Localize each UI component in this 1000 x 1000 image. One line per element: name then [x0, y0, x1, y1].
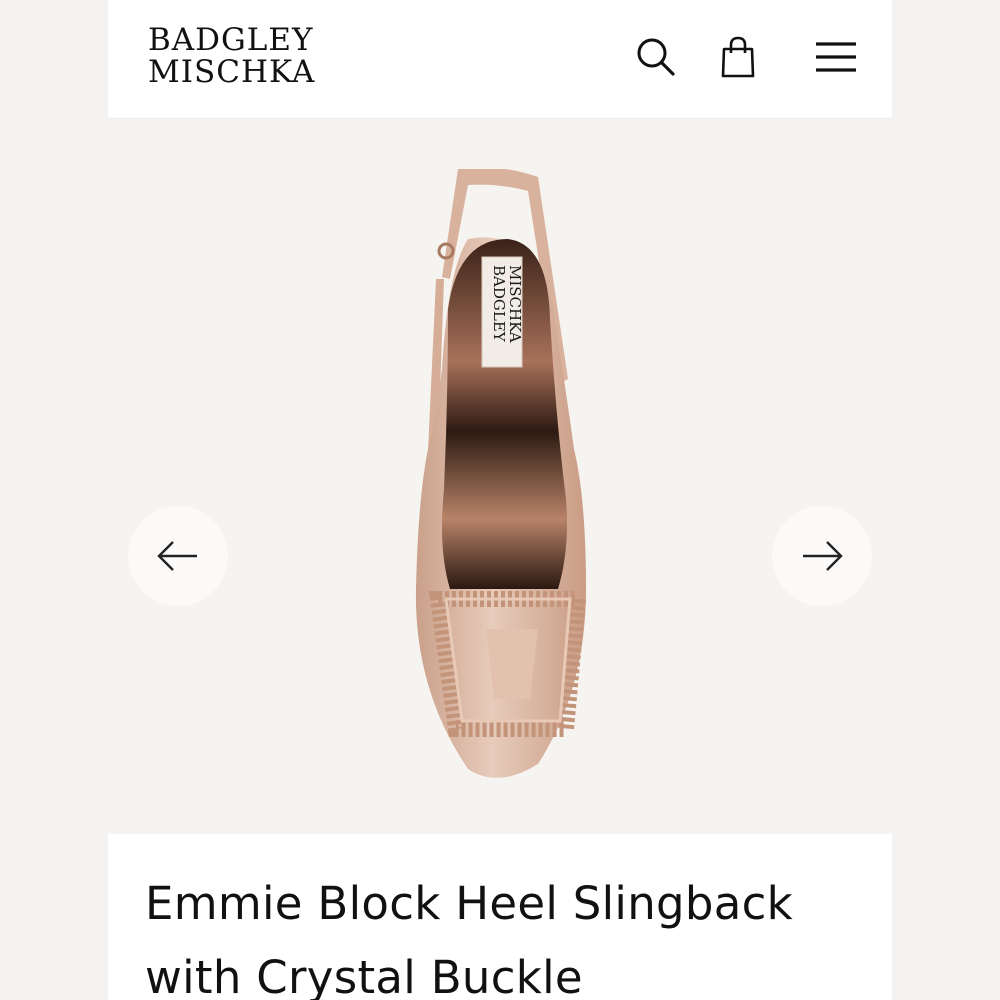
previous-image-button[interactable]: [128, 506, 228, 606]
brand-logo[interactable]: BADGLEY MISCHKA: [148, 24, 315, 88]
insole-label-line-2: MISCHKA: [506, 265, 524, 343]
product-info: Emmie Block Heel Slingback with Crystal …: [108, 834, 892, 1000]
arrow-right-icon: [803, 541, 843, 571]
brand-logo-line-1: BADGLEY: [148, 22, 314, 58]
next-image-button[interactable]: [772, 506, 872, 606]
product-title: Emmie Block Heel Slingback with Crystal …: [145, 877, 794, 1000]
site-header: BADGLEY MISCHKA: [108, 0, 892, 119]
product-image-gallery: BADGLEY MISCHKA: [108, 119, 892, 834]
hamburger-menu-icon: [816, 42, 856, 72]
cart-button[interactable]: [714, 33, 762, 81]
shopping-bag-icon: [721, 36, 755, 78]
brand-logo-line-2: MISCHKA: [148, 54, 316, 90]
arrow-left-icon: [157, 541, 197, 571]
page: BADGLEY MISCHKA BADGLEY MISCHKA Emmie Bl…: [0, 0, 1000, 1000]
product-page-frame: BADGLEY MISCHKA BADGLEY MISCHKA Emmie Bl…: [108, 0, 892, 1000]
search-icon: [637, 38, 675, 76]
menu-button[interactable]: [812, 33, 860, 81]
product-image: BADGLEY MISCHKA: [415, 169, 587, 778]
search-button[interactable]: [632, 33, 680, 81]
insole-label-line-1: BADGLEY: [490, 265, 508, 343]
